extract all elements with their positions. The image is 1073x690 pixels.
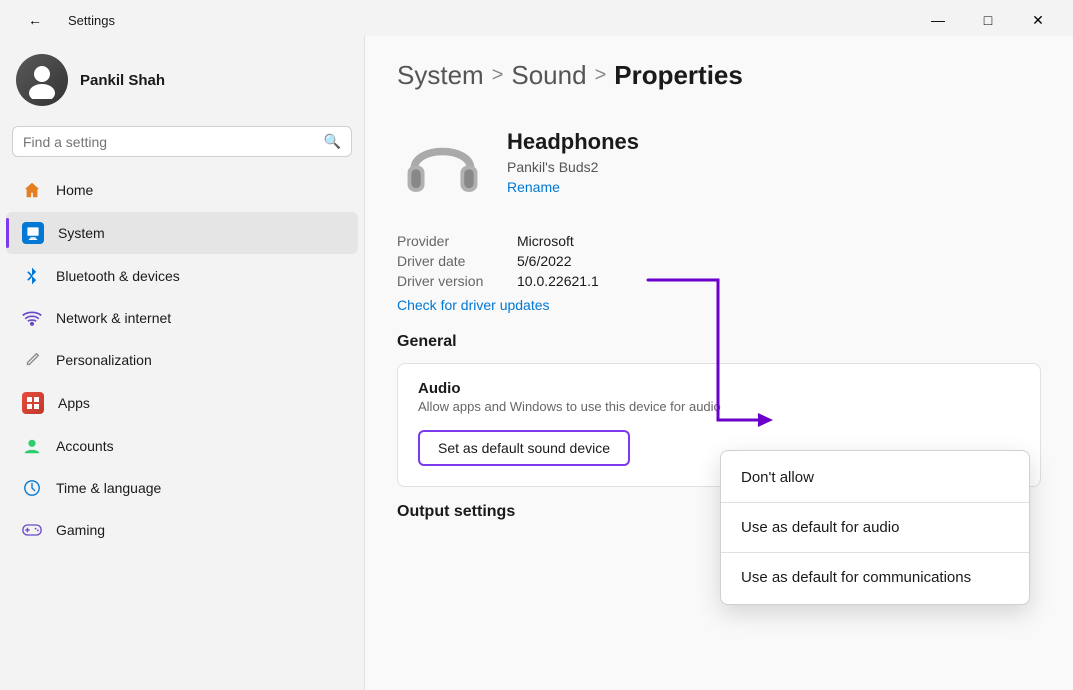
- nav-bluetooth[interactable]: Bluetooth & devices: [6, 256, 358, 296]
- device-header: Headphones Pankil's Buds2 Rename: [397, 119, 1041, 209]
- avatar: [16, 54, 68, 106]
- home-icon: [22, 180, 42, 200]
- audio-row: Audio Allow apps and Windows to use this…: [418, 380, 1020, 414]
- audio-controls: Set as default sound device Don't allow …: [418, 430, 1020, 466]
- device-icon: [397, 119, 487, 209]
- audio-dropdown: Don't allow Use as default for audio Use…: [720, 450, 1030, 605]
- audio-label: Audio: [418, 380, 721, 397]
- time-icon: [22, 478, 42, 498]
- breadcrumb: System > Sound > Properties: [397, 60, 1041, 91]
- apps-icon: [22, 392, 44, 414]
- nav-accounts[interactable]: Accounts: [6, 426, 358, 466]
- network-icon: [22, 308, 42, 328]
- dropdown-default-comms[interactable]: Use as default for communications: [721, 555, 1029, 600]
- device-info: Headphones Pankil's Buds2 Rename: [507, 119, 639, 195]
- nav-bluetooth-label: Bluetooth & devices: [56, 268, 180, 284]
- nav-gaming[interactable]: Gaming: [6, 510, 358, 550]
- nav-personalization[interactable]: Personalization: [6, 340, 358, 380]
- dropdown-default-audio[interactable]: Use as default for audio: [721, 505, 1029, 550]
- headphone-svg: [400, 122, 485, 207]
- titlebar-left: ← Settings: [12, 5, 115, 35]
- audio-desc: Allow apps and Windows to use this devic…: [418, 399, 721, 414]
- breadcrumb-sound: Sound: [511, 60, 586, 91]
- nav-home[interactable]: Home: [6, 170, 358, 210]
- audio-info: Audio Allow apps and Windows to use this…: [418, 380, 721, 414]
- search-input[interactable]: [23, 134, 316, 150]
- user-name: Pankil Shah: [80, 72, 165, 89]
- audio-card: Audio Allow apps and Windows to use this…: [397, 363, 1041, 487]
- nav-home-label: Home: [56, 182, 93, 198]
- driver-version-value: 10.0.22621.1: [517, 273, 1041, 289]
- window-controls: — □ ✕: [915, 5, 1061, 35]
- personalization-icon: [22, 350, 42, 370]
- back-button[interactable]: ←: [12, 5, 58, 35]
- dropdown-divider: [721, 502, 1029, 503]
- nav-system[interactable]: System: [6, 212, 358, 254]
- nav-apps-label: Apps: [58, 395, 90, 411]
- device-name: Headphones: [507, 129, 639, 155]
- search-icon: 🔍: [324, 133, 341, 150]
- breadcrumb-sep1: >: [492, 64, 504, 87]
- content-area: System > Sound > Properties: [365, 36, 1073, 690]
- audio-card-inner: Audio Allow apps and Windows to use this…: [398, 364, 1040, 486]
- driver-date-label: Driver date: [397, 253, 517, 269]
- driver-update-link[interactable]: Check for driver updates: [397, 297, 1041, 313]
- sidebar: Pankil Shah 🔍 Home Syst: [0, 36, 365, 690]
- main-layout: Pankil Shah 🔍 Home Syst: [0, 36, 1073, 690]
- driver-date-value: 5/6/2022: [517, 253, 1041, 269]
- close-button[interactable]: ✕: [1015, 5, 1061, 35]
- general-section-title: General: [397, 333, 1041, 351]
- nav-gaming-label: Gaming: [56, 522, 105, 538]
- rename-link[interactable]: Rename: [507, 179, 639, 195]
- device-subtitle: Pankil's Buds2: [507, 159, 639, 175]
- accounts-icon: [22, 436, 42, 456]
- minimize-button[interactable]: —: [915, 5, 961, 35]
- breadcrumb-properties: Properties: [614, 60, 743, 91]
- nav-network[interactable]: Network & internet: [6, 298, 358, 338]
- provider-value: Microsoft: [517, 233, 1041, 249]
- titlebar: ← Settings — □ ✕: [0, 0, 1073, 36]
- dropdown-dont-allow[interactable]: Don't allow: [721, 455, 1029, 500]
- breadcrumb-system: System: [397, 60, 484, 91]
- maximize-button[interactable]: □: [965, 5, 1011, 35]
- nav-personalization-label: Personalization: [56, 352, 152, 368]
- nav-time[interactable]: Time & language: [6, 468, 358, 508]
- breadcrumb-sep2: >: [595, 64, 607, 87]
- gaming-icon: [22, 520, 42, 540]
- driver-version-label: Driver version: [397, 273, 517, 289]
- device-meta: Provider Microsoft Driver date 5/6/2022 …: [397, 233, 1041, 313]
- nav-system-label: System: [58, 225, 105, 241]
- system-icon: [22, 222, 44, 244]
- nav-accounts-label: Accounts: [56, 438, 114, 454]
- dropdown-divider2: [721, 552, 1029, 553]
- nav-network-label: Network & internet: [56, 310, 171, 326]
- user-profile[interactable]: Pankil Shah: [0, 46, 364, 122]
- nav-apps[interactable]: Apps: [6, 382, 358, 424]
- set-default-button[interactable]: Set as default sound device: [418, 430, 630, 466]
- app-title: Settings: [68, 13, 115, 28]
- search-box[interactable]: 🔍: [12, 126, 352, 157]
- nav-time-label: Time & language: [56, 480, 161, 496]
- bluetooth-icon: [22, 266, 42, 286]
- avatar-svg: [23, 61, 61, 99]
- provider-label: Provider: [397, 233, 517, 249]
- avatar-image: [16, 54, 68, 106]
